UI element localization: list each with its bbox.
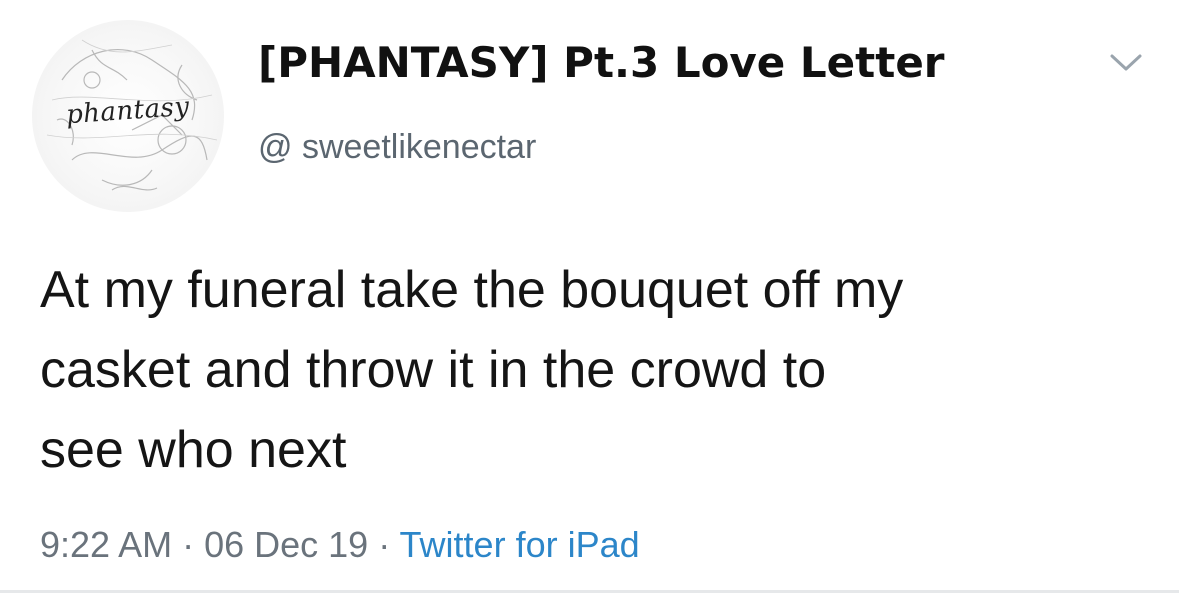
tweet-card: phantasy [PHANTASY] Pt.3 Love Letter @ s… — [0, 0, 1179, 595]
tweet-text-line: casket and throw it in the crowd to — [40, 341, 827, 399]
profile-avatar[interactable]: phantasy — [32, 20, 224, 212]
meta-separator: · — [172, 524, 205, 565]
tweet-time[interactable]: 9:22 AM — [40, 524, 172, 565]
tweet-metadata: 9:22 AM · 06 Dec 19 · Twitter for iPad — [40, 524, 640, 566]
user-handle[interactable]: @ sweetlikenectar — [258, 128, 536, 167]
display-name[interactable]: [PHANTASY] Pt.3 Love Letter — [258, 38, 945, 87]
tweet-text-line: At my funeral take the bouquet off my — [40, 261, 904, 319]
tweet-text: At my funeral take the bouquet off my ca… — [40, 250, 1150, 490]
meta-separator: · — [368, 524, 400, 565]
tweet-text-line: see who next — [40, 421, 347, 479]
chevron-down-icon[interactable] — [1106, 50, 1146, 76]
divider — [0, 590, 1179, 593]
tweet-source-link[interactable]: Twitter for iPad — [400, 524, 640, 565]
tweet-date[interactable]: 06 Dec 19 — [204, 524, 368, 565]
